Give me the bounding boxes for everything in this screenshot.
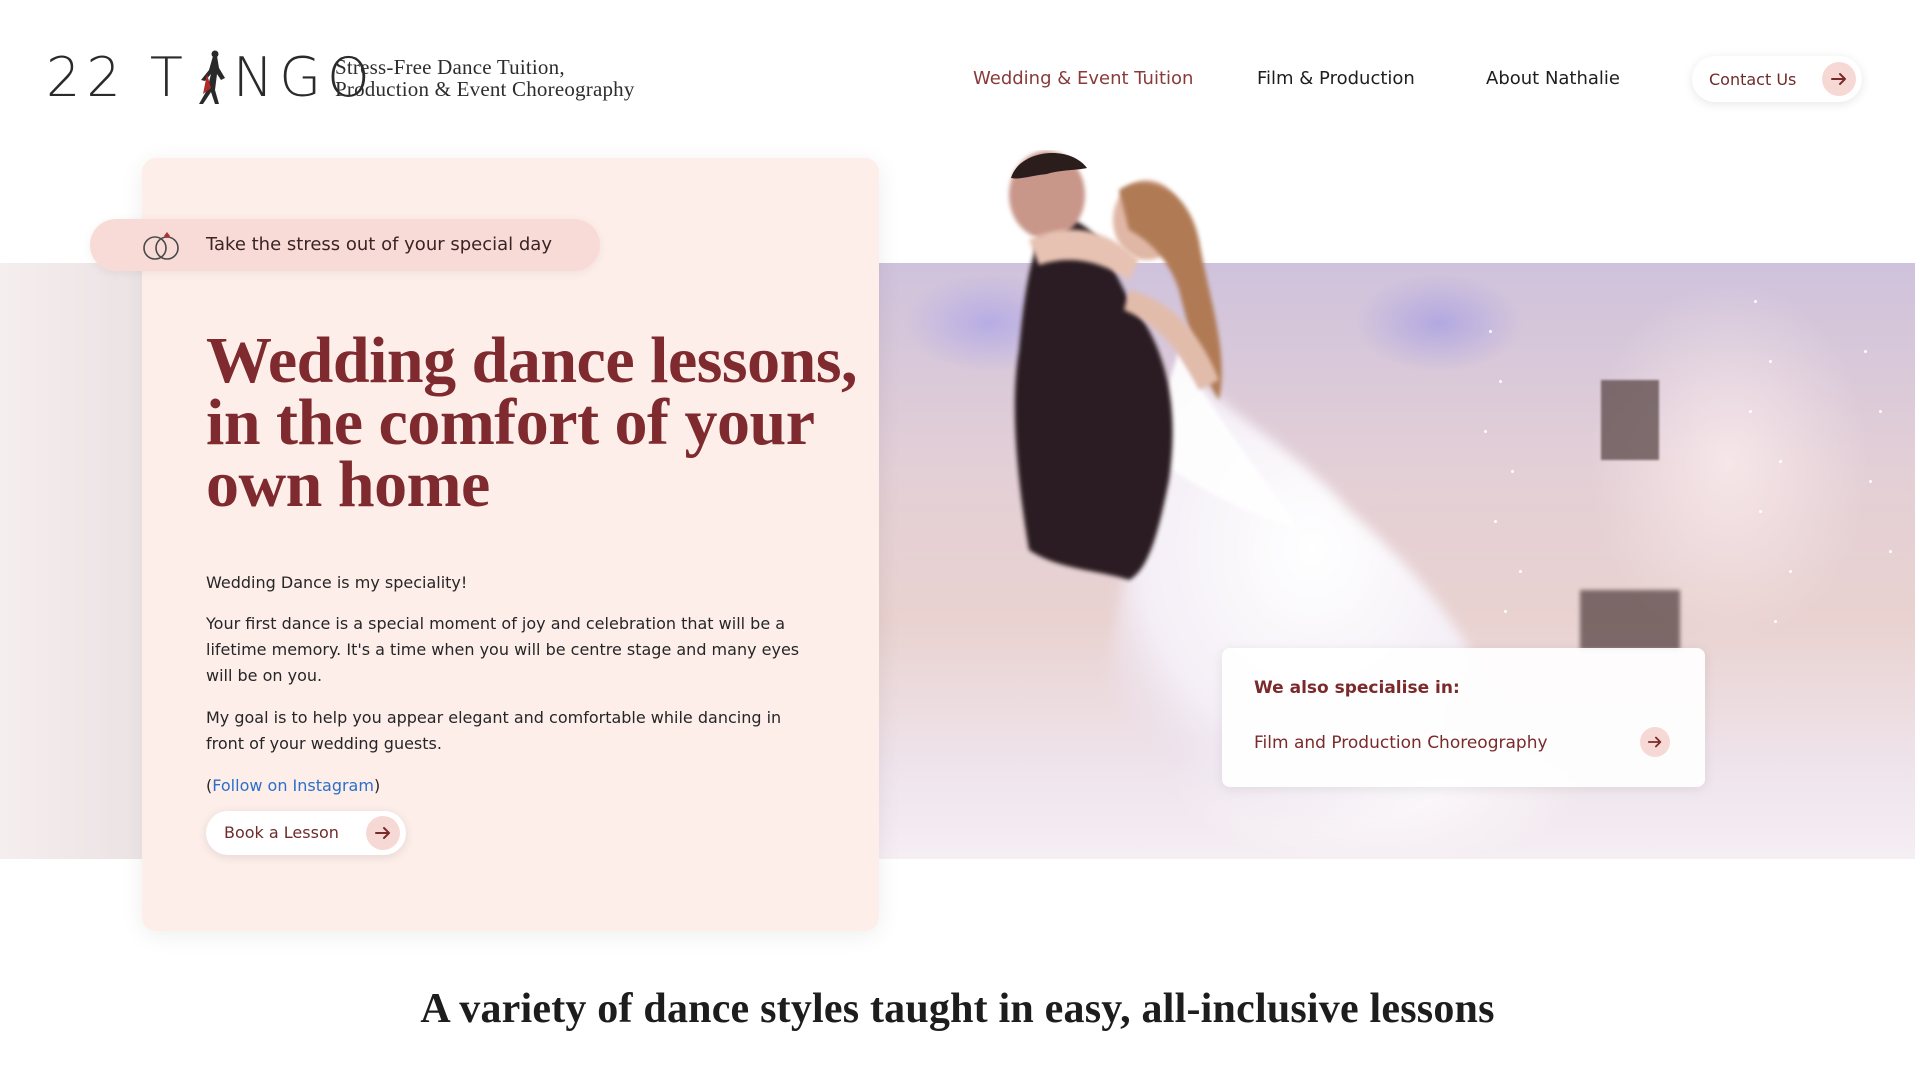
hero-title-line1: Wedding dance lessons,	[206, 324, 858, 397]
dancer-logo-icon	[198, 50, 225, 104]
intro-paragraph-2: Your first dance is a special moment of …	[206, 614, 800, 685]
special-day-pill: Take the stress out of your special day	[90, 219, 600, 271]
specialise-heading: We also specialise in:	[1254, 678, 1460, 698]
hero-title-line3: own home	[206, 448, 490, 521]
tagline-line2: Production & Event Choreography	[335, 77, 635, 101]
instagram-line: (Follow on Instagram)	[206, 773, 806, 799]
tagline-line1: Stress-Free Dance Tuition,	[335, 55, 565, 79]
book-lesson-button[interactable]: Book a Lesson	[206, 811, 406, 855]
arrow-right-icon[interactable]	[1640, 727, 1670, 757]
specialise-card: We also specialise in: Film and Producti…	[1222, 648, 1705, 787]
paren-close: )	[373, 776, 381, 795]
contact-us-label: Contact Us	[1709, 69, 1797, 89]
film-production-choreography-link[interactable]: Film and Production Choreography	[1254, 733, 1548, 753]
site-header: 22 T NGO Stress-Free Dance Tuition, Prod…	[0, 0, 1915, 150]
speaker-blur-2	[1580, 590, 1680, 650]
logo[interactable]: 22 T NGO	[46, 48, 376, 108]
speaker-blur	[1601, 380, 1659, 460]
intro-paragraph-3: My goal is to help you appear elegant an…	[206, 708, 782, 753]
hero-title: Wedding dance lessons, in the comfort of…	[206, 324, 858, 521]
hero-title-line2: in the comfort of your	[206, 386, 815, 459]
arrow-right-icon	[366, 816, 400, 850]
follow-instagram-link[interactable]: Follow on Instagram	[212, 776, 374, 795]
nav-about-nathalie[interactable]: About Nathalie	[1486, 68, 1620, 89]
section-title: A variety of dance styles taught in easy…	[420, 986, 1495, 1032]
arrow-right-icon	[1822, 62, 1856, 96]
wedding-rings-icon	[143, 232, 179, 260]
intro-paragraph-1: Wedding Dance is my speciality!	[206, 573, 468, 592]
nav-film-production[interactable]: Film & Production	[1257, 68, 1415, 89]
tagline: Stress-Free Dance Tuition, Production & …	[335, 56, 635, 100]
nav-wedding-event-tuition[interactable]: Wedding & Event Tuition	[973, 68, 1193, 89]
contact-us-button[interactable]: Contact Us	[1692, 56, 1862, 102]
pill-text: Take the stress out of your special day	[206, 234, 552, 255]
logo-text-left: 22 T	[46, 46, 189, 109]
book-lesson-label: Book a Lesson	[224, 823, 339, 842]
